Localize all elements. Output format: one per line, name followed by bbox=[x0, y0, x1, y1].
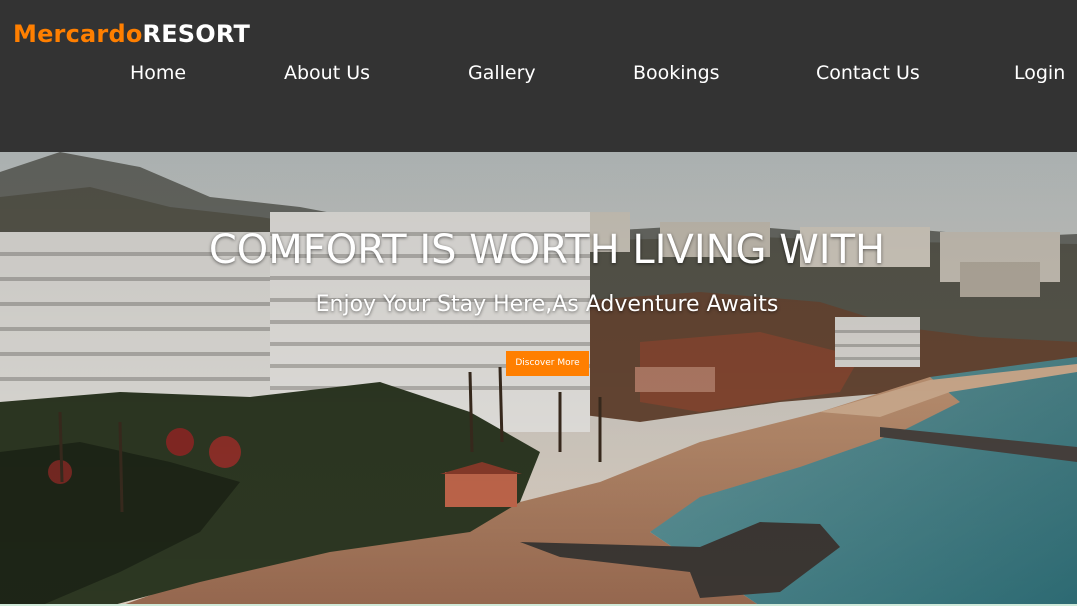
discover-more-button[interactable]: Discover More bbox=[506, 351, 589, 376]
nav-item-contact-us[interactable]: Contact Us bbox=[816, 62, 920, 84]
hero-headline: COMFORT IS WORTH LIVING WITH bbox=[208, 227, 886, 273]
nav-item-login[interactable]: Login bbox=[1014, 62, 1065, 84]
brand-name-part2: RESORT bbox=[142, 20, 251, 48]
site-header: MercardoRESORT Home About Us Gallery Boo… bbox=[0, 0, 1077, 152]
main-nav: Home About Us Gallery Bookings Contact U… bbox=[0, 62, 1077, 90]
brand-name-part1: Mercardo bbox=[13, 20, 143, 48]
nav-item-about-us[interactable]: About Us bbox=[284, 62, 370, 84]
hero-subheadline: Enjoy Your Stay Here,As Adventure Awaits bbox=[315, 292, 779, 317]
nav-item-gallery[interactable]: Gallery bbox=[468, 62, 536, 84]
hero-section: COMFORT IS WORTH LIVING WITH Enjoy Your … bbox=[0, 152, 1077, 606]
brand-logo[interactable]: MercardoRESORT bbox=[13, 20, 250, 48]
nav-item-home[interactable]: Home bbox=[130, 62, 186, 84]
hero-background-image bbox=[0, 152, 1077, 606]
nav-item-bookings[interactable]: Bookings bbox=[633, 62, 720, 84]
